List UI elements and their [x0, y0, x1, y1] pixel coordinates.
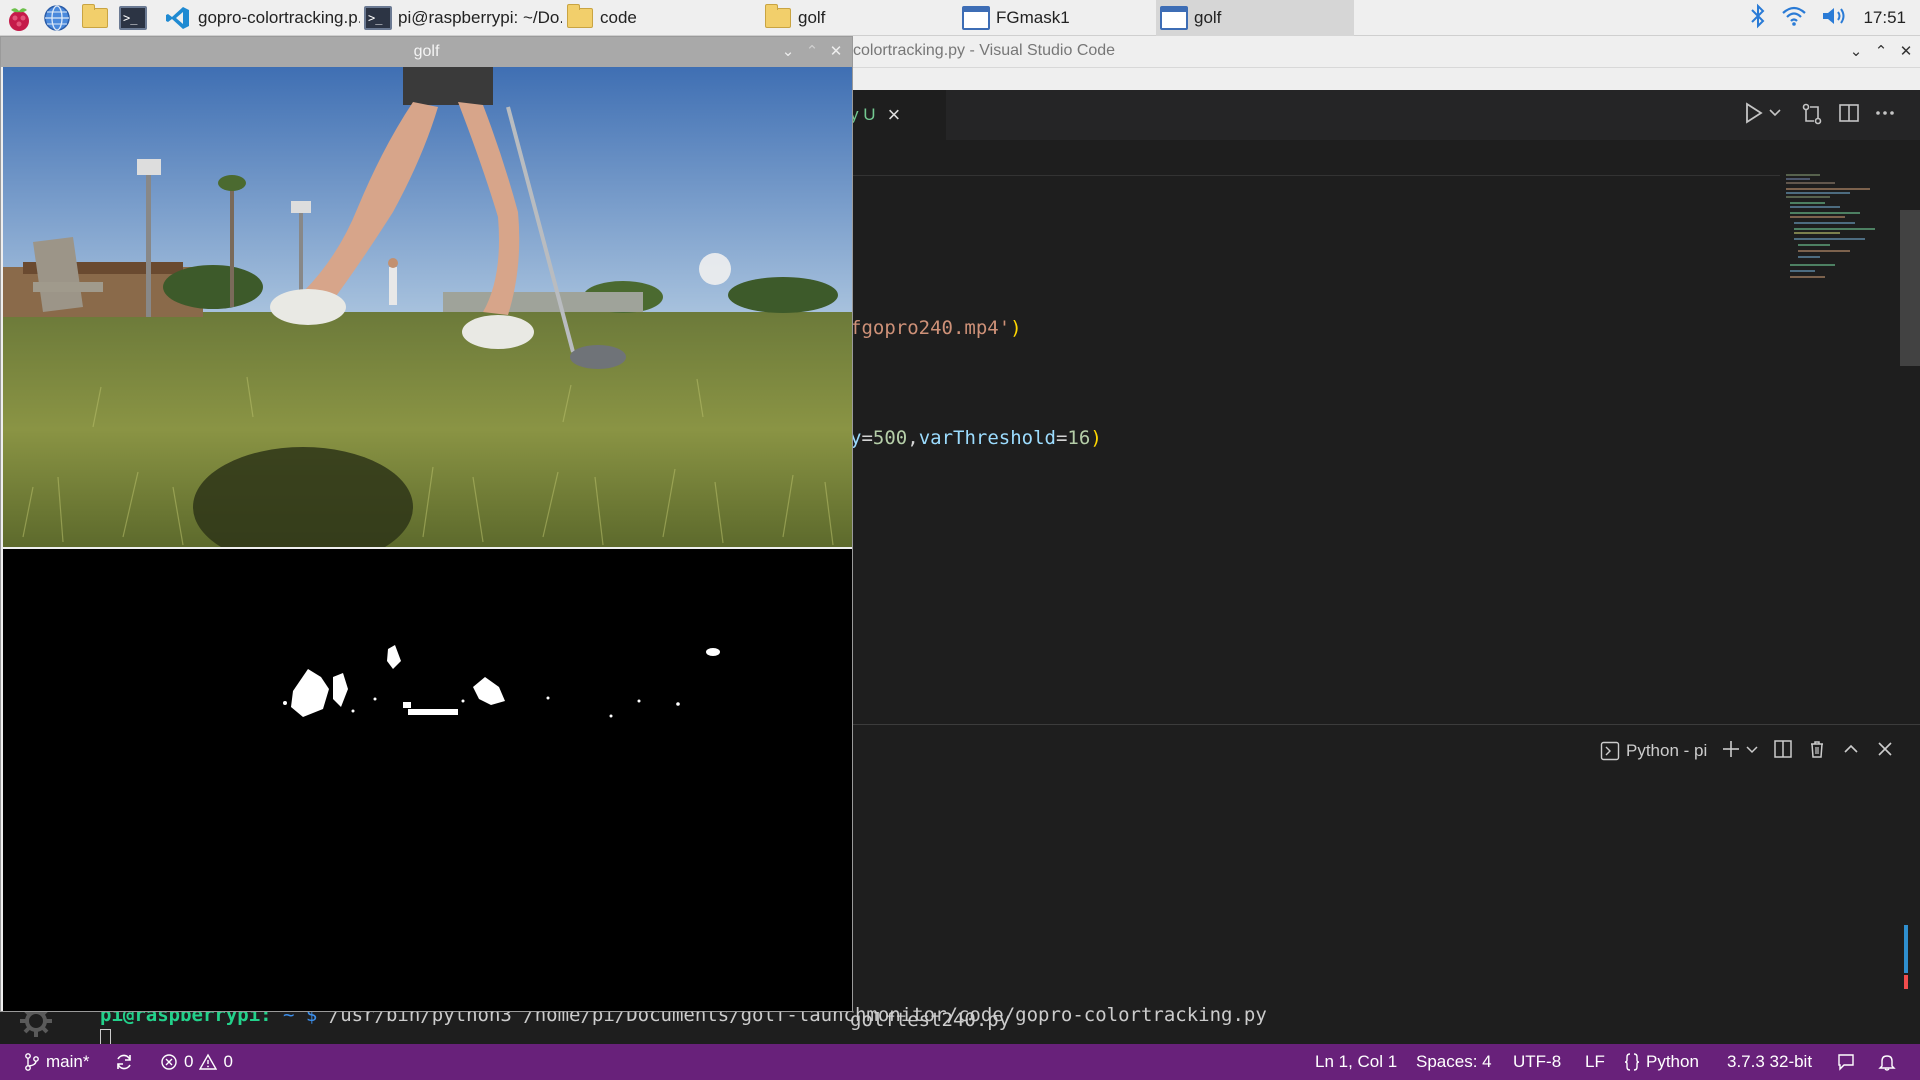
- task-fgmask1[interactable]: FGmask1: [958, 0, 1156, 36]
- foreground-mask-frame: [3, 549, 852, 1011]
- bell-icon[interactable]: [1878, 1044, 1896, 1080]
- indentation-status[interactable]: Spaces: 4: [1416, 1044, 1492, 1080]
- task-label: pi@raspberrypi: ~/Do...: [398, 7, 562, 27]
- branch-name: main*: [46, 1052, 90, 1071]
- task-label: code: [600, 7, 637, 27]
- window-title: colortracking.py - Visual Studio Code: [853, 42, 1116, 59]
- encoding-status[interactable]: UTF-8: [1513, 1044, 1561, 1080]
- split-editor-icon[interactable]: [1838, 102, 1860, 130]
- terminal-icon[interactable]: >_: [114, 0, 152, 36]
- code-line: fgopro240.mp4'): [850, 317, 1022, 339]
- maximize-icon[interactable]: ⌃: [1870, 41, 1892, 63]
- git-untracked-badge: y U: [850, 105, 876, 124]
- close-panel-icon[interactable]: [1875, 739, 1895, 764]
- editor-scrollbar[interactable]: [1900, 210, 1920, 366]
- error-icon: [161, 1054, 177, 1070]
- golf-video-window: golf ⌄ ⌃ ✕: [0, 36, 853, 1012]
- warning-icon: [199, 1053, 218, 1070]
- task-golf-folder[interactable]: golf: [760, 0, 958, 36]
- more-actions-icon[interactable]: [1874, 102, 1896, 130]
- compare-changes-icon[interactable]: [1800, 102, 1824, 132]
- window-title: golf: [413, 43, 440, 60]
- raspberry-menu-icon[interactable]: [0, 0, 38, 36]
- task-label: FGmask1: [996, 7, 1070, 27]
- terminal-name: Python - pi: [1626, 741, 1708, 760]
- window-icon: [962, 5, 990, 31]
- task-vscode[interactable]: gopro-colortracking.p...: [160, 0, 360, 36]
- cursor-position[interactable]: Ln 1, Col 1: [1315, 1044, 1397, 1080]
- terminal-icon: [1600, 741, 1620, 761]
- chevron-down-icon[interactable]: [1745, 739, 1759, 764]
- clock[interactable]: 17:51: [1863, 8, 1906, 28]
- terminal-icon: >_: [364, 5, 392, 31]
- eol-status[interactable]: LF: [1585, 1044, 1605, 1080]
- trash-icon[interactable]: [1807, 739, 1827, 764]
- folder-icon: [764, 3, 792, 31]
- maximize-icon[interactable]: ⌃: [802, 41, 822, 63]
- minimap[interactable]: [1780, 171, 1900, 311]
- feedback-icon[interactable]: [1836, 1044, 1856, 1080]
- git-branch-icon: [25, 1053, 39, 1071]
- problems-status[interactable]: 0 0: [160, 1044, 233, 1080]
- window-icon: [1160, 5, 1188, 31]
- taskbar: >_ gopro-colortracking.p... >_ pi@raspbe…: [0, 0, 1920, 36]
- tab-close-icon[interactable]: ×: [888, 102, 901, 128]
- new-terminal-icon[interactable]: [1721, 739, 1741, 764]
- task-label: gopro-colortracking.p...: [198, 7, 360, 27]
- folder-icon: [566, 3, 594, 31]
- minimize-icon[interactable]: ⌄: [778, 41, 798, 63]
- close-icon[interactable]: ✕: [826, 41, 846, 63]
- task-golf-window[interactable]: golf: [1156, 0, 1354, 36]
- file-manager-icon[interactable]: [76, 0, 114, 36]
- task-code-folder[interactable]: code: [562, 0, 760, 36]
- close-icon[interactable]: ✕: [1895, 41, 1917, 63]
- branch-status[interactable]: main*: [24, 1044, 89, 1080]
- sync-icon[interactable]: [114, 1044, 134, 1080]
- panel-toolbar: Python - pi: [1600, 737, 1895, 765]
- warning-count: 0: [223, 1052, 233, 1071]
- run-icon[interactable]: [1744, 102, 1764, 130]
- bluetooth-icon[interactable]: [1749, 3, 1767, 34]
- code-line: y=500,varThreshold=16): [850, 427, 1102, 449]
- terminal-scroll-marker: [1904, 925, 1908, 973]
- web-browser-icon[interactable]: [38, 0, 76, 36]
- golf-titlebar[interactable]: golf ⌄ ⌃ ✕: [1, 37, 852, 67]
- camera-frame: [3, 67, 852, 547]
- language-name: Python: [1646, 1052, 1699, 1071]
- terminal-selector[interactable]: Python - pi: [1600, 741, 1707, 761]
- braces-icon: [1624, 1053, 1640, 1071]
- minimize-icon[interactable]: ⌄: [1845, 41, 1867, 63]
- task-terminal[interactable]: >_ pi@raspberrypi: ~/Do...: [360, 0, 562, 36]
- python-interpreter[interactable]: 3.7.3 32-bit: [1727, 1044, 1812, 1080]
- volume-icon[interactable]: [1821, 5, 1849, 32]
- task-label: golf: [798, 7, 826, 27]
- status-bar: main* 0 0 Ln 1, Col 1 Spaces: 4 UTF-8 LF…: [0, 1044, 1920, 1080]
- run-dropdown-icon[interactable]: [1768, 102, 1782, 130]
- maximize-panel-icon[interactable]: [1841, 739, 1861, 764]
- task-label: golf: [1194, 7, 1222, 27]
- split-terminal-icon[interactable]: [1773, 739, 1793, 764]
- terminal-error-marker: [1904, 975, 1908, 989]
- vscode-icon: [164, 5, 192, 31]
- wifi-icon[interactable]: [1781, 5, 1807, 32]
- system-tray: 17:51: [1749, 0, 1920, 36]
- language-status[interactable]: Python: [1624, 1044, 1699, 1080]
- error-count: 0: [184, 1052, 194, 1071]
